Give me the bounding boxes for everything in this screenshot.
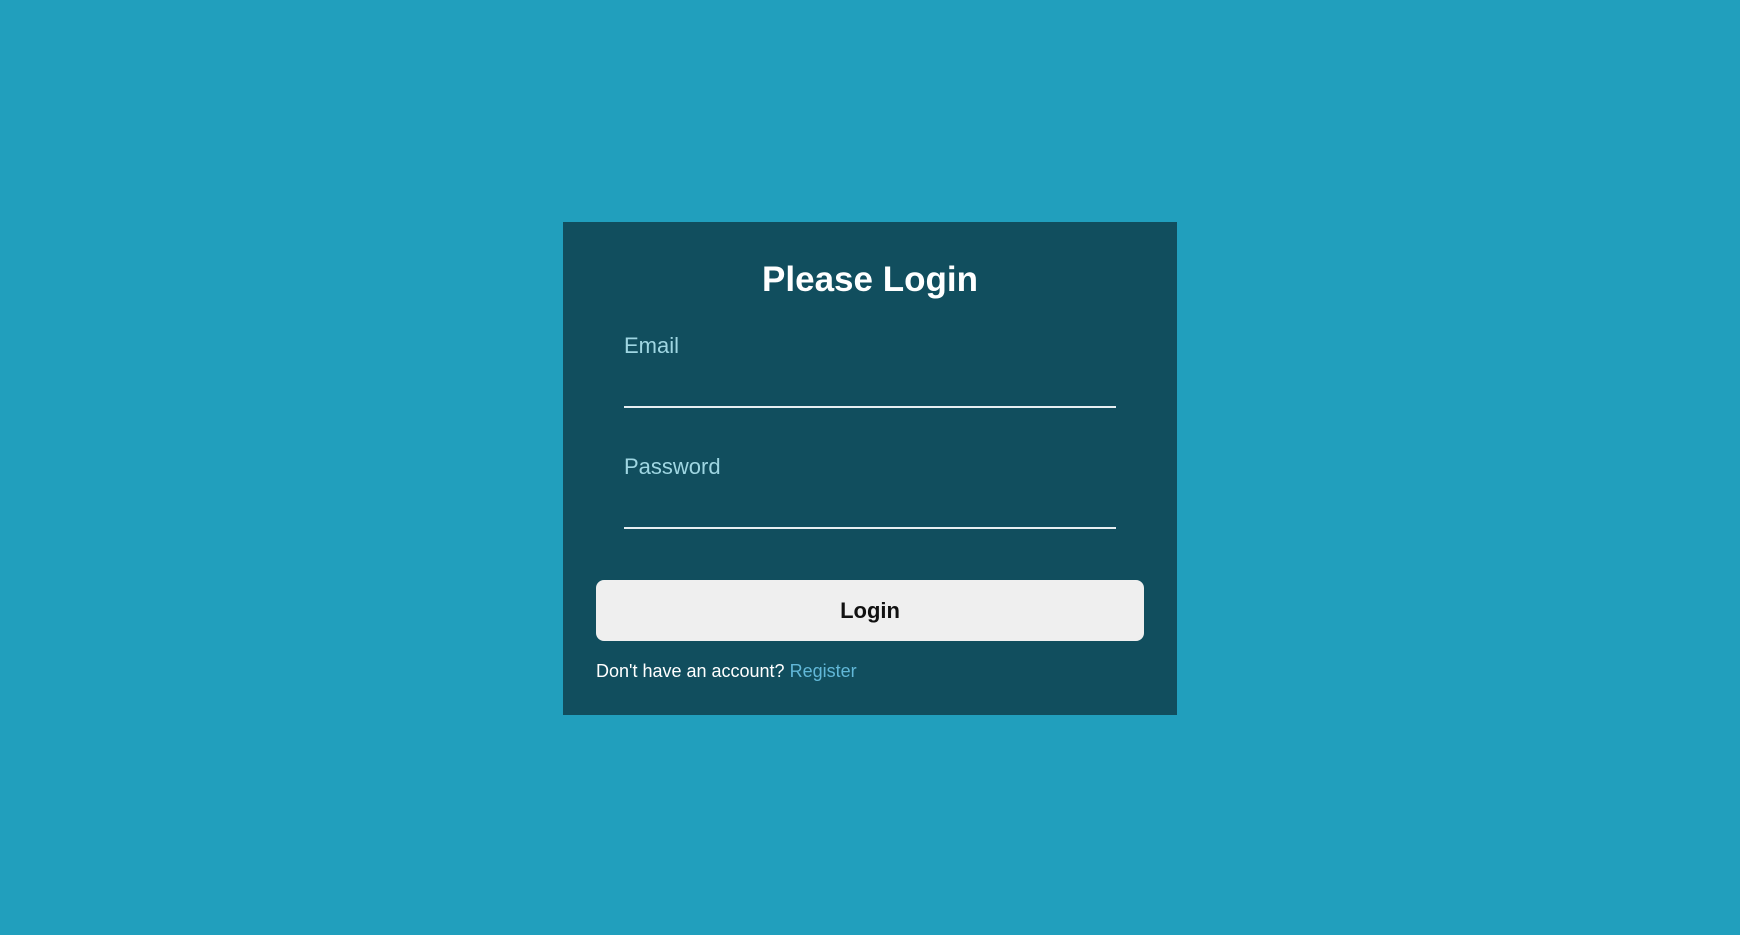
page-background: Please Login Email Password Login Don't …: [0, 0, 1740, 935]
email-field-group: Email: [624, 332, 1116, 408]
page-title: Please Login: [762, 260, 978, 299]
register-prompt: Don't have an account? Register: [596, 659, 857, 683]
password-field-group: Password: [624, 453, 1116, 529]
register-prompt-text: Don't have an account?: [596, 661, 785, 681]
login-button[interactable]: Login: [596, 580, 1144, 641]
register-link[interactable]: Register: [790, 661, 857, 681]
password-field[interactable]: [624, 495, 1116, 529]
login-card: Please Login Email Password Login Don't …: [563, 222, 1177, 715]
email-label: Email: [624, 333, 680, 358]
email-field[interactable]: [624, 374, 1116, 408]
password-label: Password: [624, 454, 721, 479]
